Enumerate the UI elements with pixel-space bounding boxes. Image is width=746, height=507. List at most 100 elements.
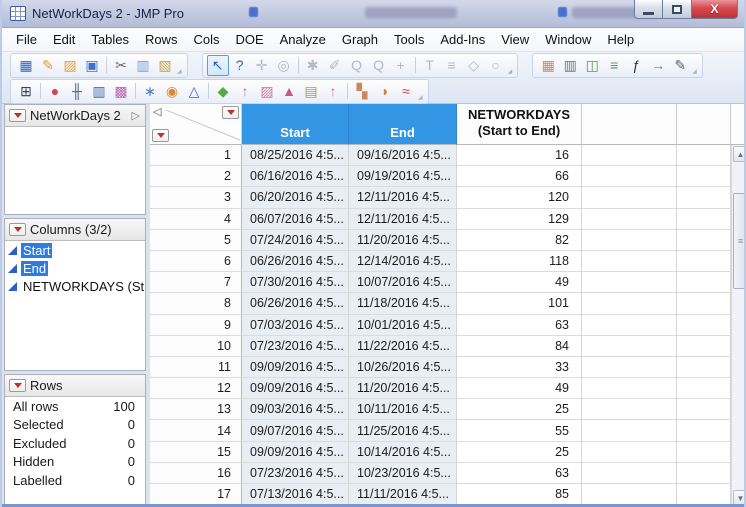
empty-cell[interactable] [677, 250, 731, 273]
start-cell[interactable]: 06/20/2016 4:5... [242, 187, 349, 209]
row-number-cell[interactable]: 3 [150, 187, 242, 209]
empty-cell[interactable] [582, 441, 677, 463]
empty-cell[interactable] [677, 187, 731, 209]
toolbar-icon[interactable]: ▚ [351, 81, 373, 102]
start-cell[interactable]: 06/16/2016 4:5... [242, 166, 349, 188]
empty-cell[interactable] [677, 484, 731, 506]
columns-header-menu[interactable] [222, 106, 239, 119]
toolbar-icon[interactable] [412, 55, 419, 76]
empty-cell[interactable] [677, 272, 731, 294]
menu-item[interactable]: Add-Ins [432, 29, 493, 50]
empty-cell[interactable] [582, 462, 677, 484]
columns-red-triangle-menu[interactable] [9, 223, 26, 236]
menu-item[interactable]: Window [537, 29, 599, 50]
menu-item[interactable]: Tables [83, 29, 137, 50]
end-cell[interactable]: 11/18/2016 4:5... [349, 293, 457, 315]
menu-item[interactable]: Graph [334, 29, 386, 50]
row-number-cell[interactable]: 12 [150, 378, 242, 400]
networkdays-cell[interactable]: 33 [457, 356, 582, 379]
networkdays-cell[interactable]: 63 [457, 314, 582, 336]
end-cell[interactable]: 12/11/2016 4:5... [349, 208, 457, 230]
toolbar-icon[interactable]: + [390, 55, 412, 76]
toolbar-icon[interactable]: ▲ [278, 81, 300, 102]
rows-red-triangle-menu[interactable] [9, 379, 26, 392]
start-cell[interactable]: 09/03/2016 4:5... [242, 399, 349, 421]
toolbar-icon[interactable] [37, 81, 44, 102]
end-cell[interactable]: 09/19/2016 4:5... [349, 166, 457, 188]
start-cell[interactable]: 06/26/2016 4:5... [242, 250, 349, 273]
end-cell[interactable]: 11/20/2016 4:5... [349, 229, 457, 251]
networkdays-cell[interactable]: 49 [457, 272, 582, 294]
toolbar-icon[interactable]: ◑ [373, 81, 395, 102]
empty-cell[interactable] [677, 208, 731, 230]
toolbar-overflow-grip[interactable]: ◢ [176, 68, 183, 76]
column-list-item[interactable]: NETWORKDAYS (St [5, 277, 145, 295]
toolbar-icon[interactable]: ✂ [110, 55, 132, 76]
start-cell[interactable]: 07/03/2016 4:5... [242, 314, 349, 336]
row-number-cell[interactable]: 6 [150, 250, 242, 273]
empty-cell[interactable] [677, 335, 731, 357]
close-button[interactable]: X [692, 0, 738, 19]
networkdays-cell[interactable]: 49 [457, 378, 582, 400]
empty-cell[interactable] [582, 187, 677, 209]
toolbar-icon[interactable]: ≡ [441, 55, 463, 76]
start-cell[interactable]: 07/23/2016 4:5... [242, 335, 349, 357]
networkdays-column-header[interactable]: NETWORKDAYS (Start to End) [457, 104, 582, 145]
row-number-cell[interactable]: 11 [150, 356, 242, 379]
networkdays-cell[interactable]: 66 [457, 166, 582, 188]
row-number-cell[interactable]: 8 [150, 293, 242, 315]
row-number-cell[interactable]: 17 [150, 484, 242, 506]
row-number-cell[interactable]: 1 [150, 145, 242, 167]
empty-cell[interactable] [677, 314, 731, 336]
start-cell[interactable]: 09/09/2016 4:5... [242, 356, 349, 379]
toolbar-icon[interactable]: ✛ [251, 55, 273, 76]
end-cell[interactable]: 10/26/2016 4:5... [349, 356, 457, 379]
toolbar-icon[interactable]: ◎ [273, 55, 295, 76]
toolbar-icon[interactable]: ≈ [395, 81, 417, 102]
empty-cell[interactable] [677, 462, 731, 484]
toolbar-icon[interactable]: → [647, 55, 669, 76]
start-cell[interactable]: 07/24/2016 4:5... [242, 229, 349, 251]
empty-cell[interactable] [582, 293, 677, 315]
start-cell[interactable]: 09/09/2016 4:5... [242, 441, 349, 463]
end-cell[interactable]: 10/07/2016 4:5... [349, 272, 457, 294]
empty-cell[interactable] [677, 399, 731, 421]
toolbar-icon[interactable]: ◇ [463, 55, 485, 76]
toolbar-icon[interactable]: ▦ [537, 55, 559, 76]
toolbar-icon[interactable]: ≡ [603, 55, 625, 76]
row-number-cell[interactable]: 16 [150, 462, 242, 484]
empty-cell[interactable] [677, 166, 731, 188]
end-cell[interactable]: 11/11/2016 4:5... [349, 484, 457, 506]
table-red-triangle-menu[interactable] [9, 109, 26, 122]
toolbar-icon[interactable]: ╫ [66, 81, 88, 102]
row-number-cell[interactable]: 14 [150, 420, 242, 442]
start-cell[interactable]: 06/07/2016 4:5... [242, 208, 349, 230]
toolbar-icon[interactable] [132, 81, 139, 102]
empty-cell[interactable] [582, 314, 677, 336]
scroll-up-button[interactable]: ▲ [733, 146, 744, 162]
toolbar-icon[interactable] [344, 81, 351, 102]
toolbar-icon[interactable] [103, 55, 110, 76]
networkdays-cell[interactable]: 63 [457, 462, 582, 484]
end-cell[interactable]: 12/14/2016 4:5... [349, 250, 457, 273]
row-number-cell[interactable]: 10 [150, 335, 242, 357]
toolbar-icon[interactable]: ✐ [324, 55, 346, 76]
rows-header-menu[interactable] [152, 129, 169, 142]
column-list-item[interactable]: Start [5, 241, 145, 259]
empty-cell[interactable] [582, 229, 677, 251]
row-number-cell[interactable]: 5 [150, 229, 242, 251]
empty-cell[interactable] [677, 293, 731, 315]
empty-cell[interactable] [582, 356, 677, 379]
column-list-item[interactable]: End [5, 259, 145, 277]
row-number-cell[interactable]: 2 [150, 166, 242, 188]
end-cell[interactable]: 09/16/2016 4:5... [349, 145, 457, 167]
row-number-cell[interactable]: 13 [150, 399, 242, 421]
vertical-scrollbar[interactable]: ▲ ≡ ▼ [731, 145, 744, 507]
networkdays-cell[interactable]: 25 [457, 399, 582, 421]
toolbar-icon[interactable]: ◆ [212, 81, 234, 102]
empty-column-header[interactable] [582, 104, 677, 145]
networkdays-cell[interactable]: 118 [457, 250, 582, 273]
toolbar-icon[interactable]: ▧ [154, 55, 176, 76]
row-number-cell[interactable]: 9 [150, 314, 242, 336]
toolbar-icon[interactable]: ✎ [37, 55, 59, 76]
